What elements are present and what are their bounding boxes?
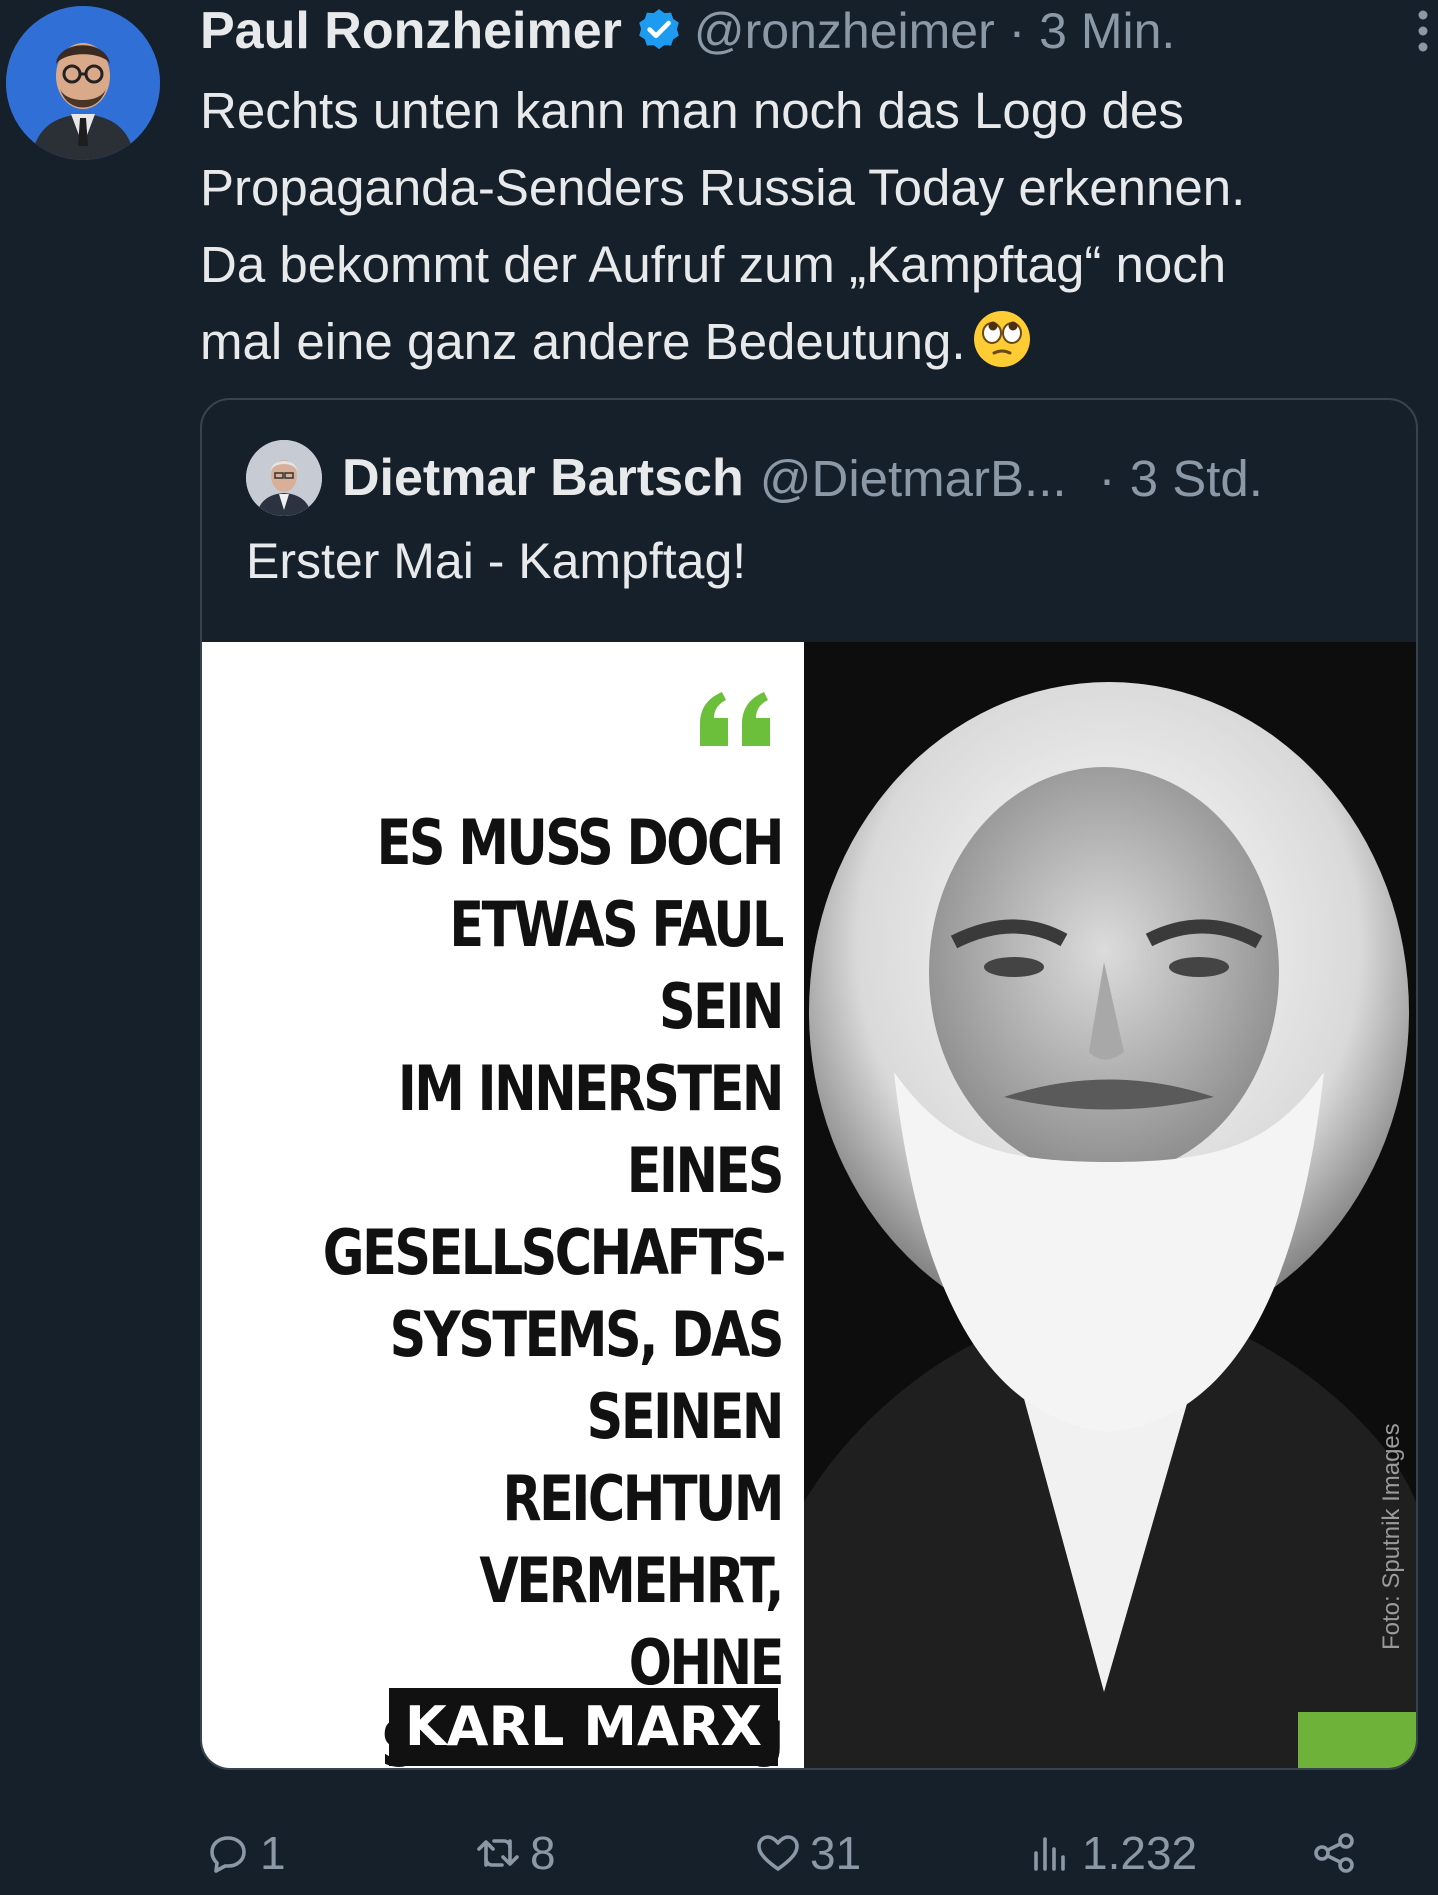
retweet-icon — [477, 1839, 519, 1867]
more-options-icon[interactable] — [1412, 6, 1434, 56]
quoted-author-name[interactable]: Dietmar Bartsch — [342, 448, 744, 508]
view-count: 1.232 — [1082, 1827, 1198, 1879]
rt-logo — [1298, 1712, 1416, 1768]
tweet-text: Rechts unten kann man noch das Logo des … — [200, 72, 1425, 380]
retweet-button[interactable]: 8 — [474, 1820, 556, 1886]
author-avatar[interactable] — [6, 6, 160, 160]
quoted-tweet-text: Erster Mai - Kampftag! — [246, 533, 747, 589]
tweet-text-content: Rechts unten kann man noch das Logo des … — [200, 82, 1246, 370]
quoted-tweet-image[interactable]: ES MUSS DOCH ETWAS FAUL SEIN IM INNERSTE… — [202, 642, 1416, 1768]
reply-count: 1 — [260, 1827, 286, 1879]
author-handle-time[interactable]: @ronzheimer · 3 Min. — [694, 2, 1175, 60]
quote-mark-icon — [692, 678, 782, 768]
share-button[interactable] — [1310, 1820, 1366, 1886]
quoted-tweet-time[interactable]: · 3 Std. — [1099, 449, 1263, 508]
photo-credit-text: Foto: Sputnik Images — [1378, 1423, 1405, 1650]
views-button[interactable]: 1.232 — [1026, 1820, 1197, 1886]
quoted-author-avatar[interactable] — [246, 440, 322, 516]
quoted-author-handle[interactable]: @DietmarB... — [760, 449, 1067, 508]
like-button[interactable]: 31 — [754, 1820, 861, 1886]
quote-card: ES MUSS DOCH ETWAS FAUL SEIN IM INNERSTE… — [202, 642, 804, 1768]
reply-button[interactable]: 1 — [204, 1820, 286, 1886]
author-name[interactable]: Paul Ronzheimer — [200, 1, 622, 61]
reply-icon — [210, 1836, 246, 1873]
tweet-header: Paul Ronzheimer @ronzheimer · 3 Min. — [200, 0, 1430, 62]
heart-icon — [757, 1835, 799, 1871]
verified-badge-icon — [634, 6, 684, 56]
analytics-icon — [1034, 1837, 1065, 1871]
quote-body: ES MUSS DOCH ETWAS FAUL SEIN IM INNERSTE… — [322, 806, 787, 1768]
portrait-photo: Foto: Sputnik Images — [804, 642, 1416, 1768]
tweet-actions: 1 8 31 1.232 — [200, 1820, 1430, 1886]
like-count: 31 — [810, 1827, 862, 1879]
quote-signature: KARL MARX — [388, 1688, 778, 1766]
retweet-count: 8 — [530, 1827, 556, 1879]
rolling-eyes-emoji-icon — [972, 309, 1032, 369]
quoted-tweet-header: Dietmar Bartsch @DietmarB... · 3 Std. — [246, 440, 1263, 516]
quoted-tweet[interactable]: Dietmar Bartsch @DietmarB... · 3 Std. Er… — [200, 398, 1418, 1770]
share-icon — [1314, 1833, 1354, 1873]
